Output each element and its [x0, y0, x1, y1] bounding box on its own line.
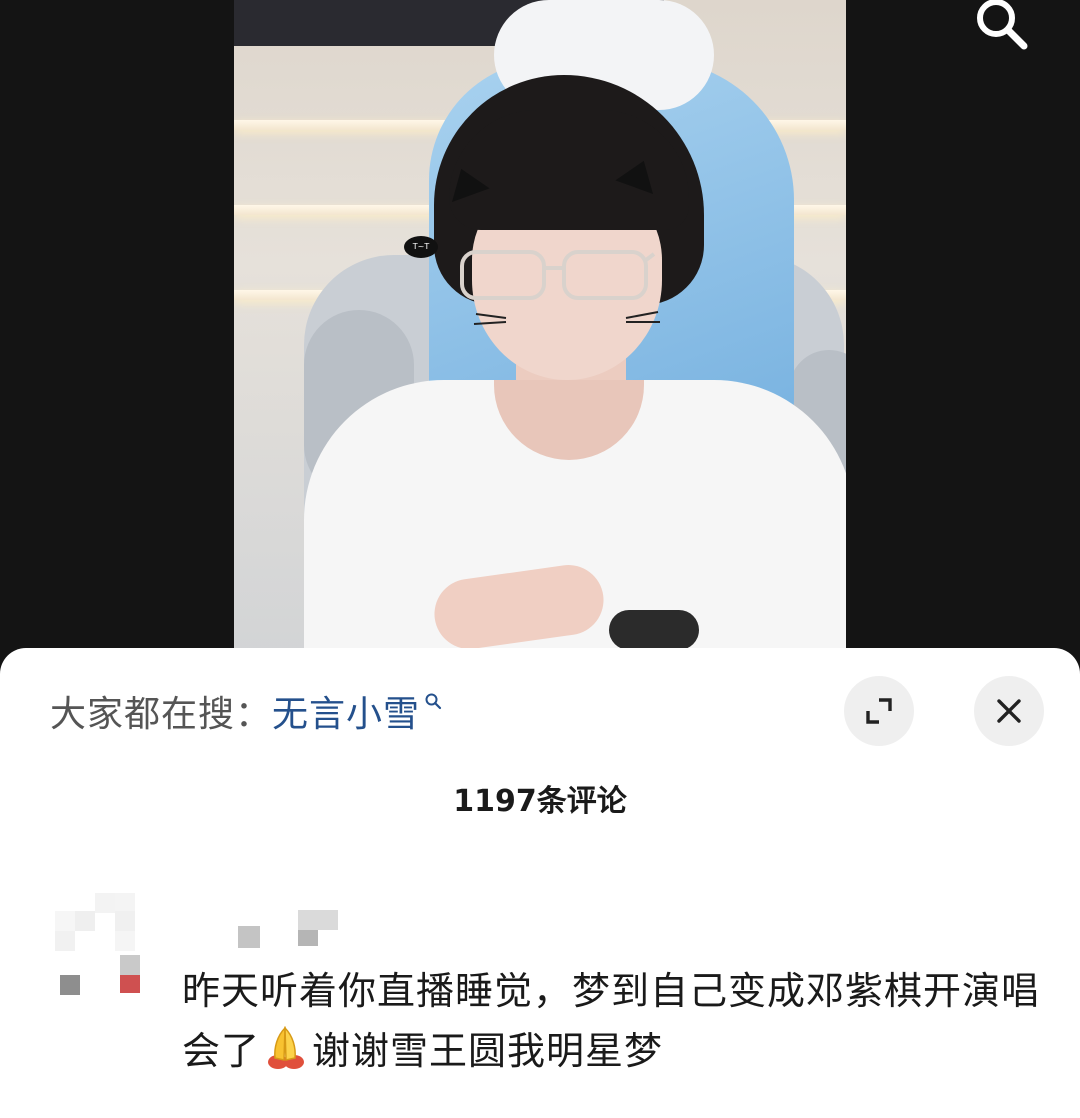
- trending-keyword[interactable]: 无言小雪: [272, 685, 420, 737]
- glasses: [460, 250, 656, 300]
- comment-text-part2: 谢谢雪王圆我明星梦: [312, 1029, 664, 1073]
- expand-icon: [866, 698, 892, 724]
- comment-count: 1197条评论: [453, 784, 627, 819]
- avatar[interactable]: [55, 893, 155, 1013]
- folded-hands-emoji: [268, 1026, 305, 1069]
- trending-search[interactable]: 大家都在搜： 无言小雪: [50, 685, 442, 737]
- video-photo[interactable]: T~T: [234, 0, 846, 660]
- search-icon: [425, 693, 442, 710]
- username-mosaic: [238, 910, 338, 948]
- cry-sticker: T~T: [404, 236, 438, 258]
- search-icon[interactable]: [964, 0, 1036, 52]
- close-icon: [997, 699, 1021, 723]
- cat-whiskers: [473, 311, 660, 325]
- expand-button[interactable]: [844, 676, 914, 746]
- comment-text: 昨天听着你直播睡觉，梦到自己变成邓紫棋开演唱会了 谢谢雪王圆我明星梦: [182, 961, 1042, 1081]
- close-button[interactable]: [974, 676, 1044, 746]
- shirt-print: [609, 610, 699, 650]
- trending-label: 大家都在搜：: [50, 694, 273, 735]
- comments-sheet: 大家都在搜： 无言小雪 1197条评论 昨天听着你直播睡觉，梦到自己变成邓紫棋开…: [0, 648, 1080, 1118]
